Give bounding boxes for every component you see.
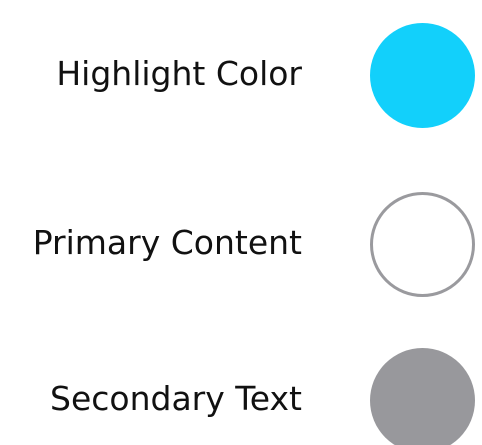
color-legend: Highlight Color Primary Content Secondar… [0, 0, 482, 445]
highlight-color-label: Highlight Color [56, 54, 302, 93]
primary-content-swatch [370, 192, 475, 297]
legend-row-highlight: Highlight Color [0, 14, 482, 134]
highlight-color-swatch [370, 23, 475, 128]
legend-row-secondary-text: Secondary Text [0, 339, 482, 445]
primary-content-label: Primary Content [32, 223, 302, 262]
legend-row-primary-content: Primary Content [0, 183, 482, 303]
secondary-text-swatch [370, 348, 475, 445]
secondary-text-label: Secondary Text [50, 379, 302, 418]
